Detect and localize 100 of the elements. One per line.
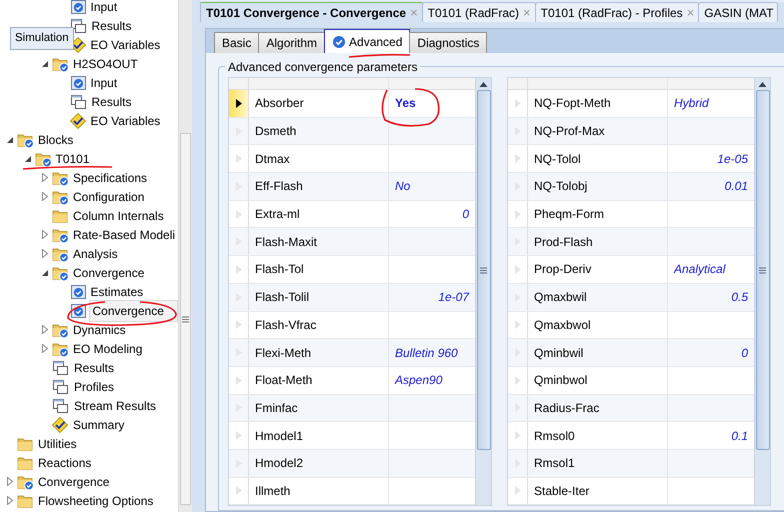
tree-item[interactable]: Convergence xyxy=(88,300,178,322)
row-arrow-icon xyxy=(236,486,242,496)
property-name: Flash-Maxit xyxy=(249,228,389,256)
tree-item[interactable]: Configuration xyxy=(71,186,146,206)
property-name: Prod-Flash xyxy=(528,228,668,256)
property-name: Flash-Tolil xyxy=(249,284,389,310)
tree-item[interactable]: Column Internals xyxy=(71,206,166,226)
tree-item[interactable]: Estimates xyxy=(88,282,146,302)
row-arrow-icon xyxy=(514,486,520,496)
property-name: Pheqm-Form xyxy=(528,200,668,228)
tree-item[interactable]: EO Modeling xyxy=(71,338,144,358)
tree-item[interactable]: T0101 xyxy=(54,148,92,168)
property-name: NQ-Tolol xyxy=(528,145,668,172)
scrollbar[interactable] xyxy=(178,0,192,512)
scrollbar-thumb[interactable] xyxy=(756,90,770,450)
collapsed-arrow-icon xyxy=(41,192,49,201)
property-value[interactable]: 0.1 xyxy=(668,422,754,449)
tree-item[interactable]: EO Variables xyxy=(88,34,162,54)
property-value[interactable]: No xyxy=(389,173,475,200)
tree-item[interactable]: Blocks xyxy=(36,130,76,150)
property-name: NQ-Fopt-Meth xyxy=(528,90,668,117)
tree-item[interactable]: Utilities xyxy=(36,434,79,454)
tree-item[interactable]: Input xyxy=(88,72,120,92)
property-value[interactable]: 1e-07 xyxy=(389,284,475,310)
row-arrow-icon xyxy=(514,210,520,219)
tree-item[interactable]: Rate-Based Modeli xyxy=(71,224,178,244)
tab[interactable]: Algorithm xyxy=(258,32,326,53)
property-value[interactable]: Hybrid xyxy=(668,90,754,117)
tab[interactable]: Advanced xyxy=(324,29,410,53)
property-name: Hmodel1 xyxy=(249,422,389,449)
property-value[interactable]: Analytical xyxy=(668,256,754,283)
annotation-underline xyxy=(348,53,412,59)
tree-item[interactable]: Stream Results xyxy=(72,396,158,416)
property-value[interactable]: 0.01 xyxy=(668,173,754,200)
property-name: NQ-Prof-Max xyxy=(528,118,668,144)
scrollbar[interactable] xyxy=(475,78,491,506)
property-value[interactable]: Aspen90 xyxy=(389,366,475,394)
property-name: Extra-ml xyxy=(249,200,389,228)
property-name: Eff-Flash xyxy=(249,173,389,200)
document-tab[interactable]: T0101 Convergence - Convergence × xyxy=(200,2,423,22)
tab[interactable]: Diagnostics xyxy=(409,32,488,53)
row-header[interactable] xyxy=(229,90,249,117)
property-name: Qmaxbwol xyxy=(528,312,668,338)
document-tab[interactable]: T0101 (RadFrac) - Profiles × xyxy=(534,2,700,22)
property-name: Prop-Deriv xyxy=(528,256,668,283)
property-name: Dsmeth xyxy=(249,118,389,144)
tree-item[interactable]: Results xyxy=(90,16,134,36)
property-name: Fminfac xyxy=(249,394,389,422)
tree-item[interactable]: Summary xyxy=(71,414,126,434)
property-name: Qminbwil xyxy=(528,339,668,366)
collapsed-arrow-icon xyxy=(41,325,49,334)
property-value[interactable]: 1e-05 xyxy=(668,145,754,172)
property-name: Qmaxbwil xyxy=(528,284,668,310)
tree-item[interactable]: Specifications xyxy=(71,168,150,188)
grip-icon xyxy=(759,266,766,274)
expanded-arrow-icon xyxy=(24,154,32,162)
document-tab[interactable]: T0101 (RadFrac) × xyxy=(422,2,536,22)
row-arrow-icon xyxy=(514,431,520,440)
tree-item[interactable]: Input xyxy=(88,0,120,16)
property-value[interactable]: Bulletin 960 xyxy=(389,339,475,366)
row-arrow-icon xyxy=(514,98,520,108)
property-value[interactable]: 0.5 xyxy=(668,284,754,310)
scrollbar-thumb[interactable] xyxy=(476,90,490,450)
tree-item[interactable]: EO Variables xyxy=(88,110,162,130)
property-name: Flexi-Meth xyxy=(249,339,389,366)
tree-item[interactable]: Convergence xyxy=(71,262,146,282)
property-name: Stable-Iter xyxy=(528,478,668,504)
document-tab[interactable]: GASIN (MAT xyxy=(698,2,778,22)
property-name: NQ-Tolobj xyxy=(528,173,668,200)
expanded-arrow-icon xyxy=(41,60,49,68)
grip-icon xyxy=(182,316,189,322)
collapsed-arrow-icon xyxy=(41,230,49,239)
tree-item[interactable]: H2SO4OUT xyxy=(71,54,140,74)
scrollbar-thumb[interactable] xyxy=(180,133,191,505)
expanded-arrow-icon xyxy=(6,136,14,144)
property-name: Absorber xyxy=(249,90,389,117)
tree-item[interactable]: Convergence xyxy=(36,472,112,492)
check-diamond-icon xyxy=(70,112,86,128)
check-icon xyxy=(332,34,346,48)
tree-item[interactable]: Flowsheeting Options xyxy=(36,490,156,510)
row-arrow-icon xyxy=(236,431,242,440)
tree-item[interactable]: Profiles xyxy=(72,376,116,396)
expanded-arrow-icon xyxy=(41,268,49,276)
tree-item[interactable]: Analysis xyxy=(71,244,120,264)
windows-icon xyxy=(53,360,68,374)
row-arrow-icon xyxy=(236,376,242,385)
tree-item[interactable]: Results xyxy=(72,358,116,378)
property-name: Rmsol1 xyxy=(528,450,668,477)
property-value[interactable]: 0 xyxy=(389,200,475,228)
tree-item[interactable]: Reactions xyxy=(36,452,94,472)
tree-item[interactable]: Results xyxy=(90,92,134,112)
tree-item[interactable]: Dynamics xyxy=(71,320,128,340)
property-value[interactable]: 0 xyxy=(668,339,754,366)
property-value[interactable]: Yes xyxy=(389,90,475,117)
check-diamond-icon xyxy=(52,416,68,432)
collapsed-arrow-icon xyxy=(41,249,49,258)
scrollbar[interactable] xyxy=(754,78,770,506)
tab[interactable]: Basic xyxy=(214,32,260,53)
grip-icon xyxy=(480,266,487,274)
collapsed-arrow-icon xyxy=(41,173,49,182)
